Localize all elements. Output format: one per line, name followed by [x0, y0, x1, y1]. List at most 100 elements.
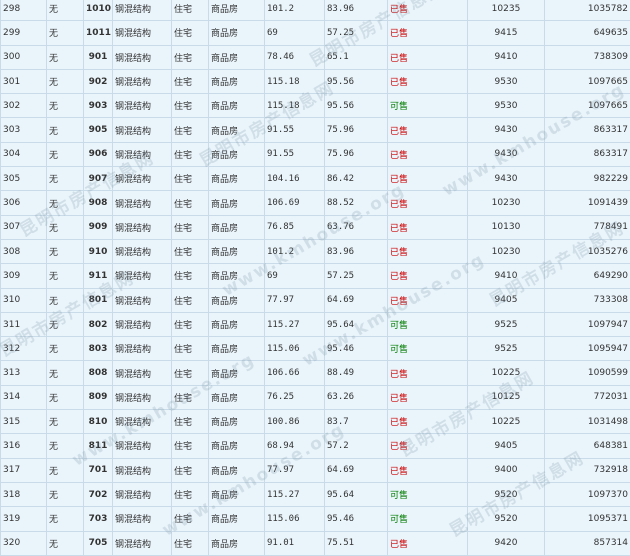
room-number-link[interactable]: 705 [84, 531, 113, 555]
housing-type-cell: 商品房 [209, 215, 265, 239]
room-number-link[interactable]: 907 [84, 167, 113, 191]
unit-price-cell: 9420 [468, 531, 545, 555]
room-number-link[interactable]: 802 [84, 312, 113, 336]
sale-status-cell: 已售 [388, 239, 468, 263]
room-number-link[interactable]: 809 [84, 385, 113, 409]
unit-price-cell: 9400 [468, 458, 545, 482]
row-index: 308 [1, 239, 47, 263]
inner-area-cell: 63.26 [325, 385, 388, 409]
sale-status-cell: 已售 [388, 45, 468, 69]
mark-cell: 无 [47, 21, 84, 45]
unit-price-cell: 10225 [468, 410, 545, 434]
mark-cell: 无 [47, 215, 84, 239]
table-row: 316无811钢混结构住宅商品房68.9457.2已售9405648381 [1, 434, 630, 458]
housing-type-cell: 商品房 [209, 142, 265, 166]
room-number-link[interactable]: 803 [84, 337, 113, 361]
unit-price-cell: 9525 [468, 312, 545, 336]
usage-cell: 住宅 [172, 142, 209, 166]
room-number-link[interactable]: 1010 [84, 0, 113, 21]
building-area-cell: 76.85 [265, 215, 325, 239]
table-row: 298无1010钢混结构住宅商品房101.283.96已售10235103578… [1, 0, 630, 21]
total-price-cell: 857314 [545, 531, 630, 555]
room-number-link[interactable]: 906 [84, 142, 113, 166]
mark-cell: 无 [47, 264, 84, 288]
sale-status-cell: 已售 [388, 215, 468, 239]
unit-price-cell: 9525 [468, 337, 545, 361]
housing-type-cell: 商品房 [209, 191, 265, 215]
row-index: 319 [1, 507, 47, 531]
mark-cell: 无 [47, 118, 84, 142]
row-index: 310 [1, 288, 47, 312]
usage-cell: 住宅 [172, 385, 209, 409]
room-number-link[interactable]: 911 [84, 264, 113, 288]
room-number-link[interactable]: 901 [84, 45, 113, 69]
housing-type-cell: 商品房 [209, 410, 265, 434]
room-number-link[interactable]: 702 [84, 482, 113, 506]
structure-cell: 钢混结构 [113, 167, 172, 191]
unit-price-cell: 9430 [468, 118, 545, 142]
usage-cell: 住宅 [172, 410, 209, 434]
housing-type-cell: 商品房 [209, 531, 265, 555]
building-area-cell: 104.16 [265, 167, 325, 191]
room-number-link[interactable]: 903 [84, 94, 113, 118]
row-index: 316 [1, 434, 47, 458]
unit-price-cell: 9530 [468, 69, 545, 93]
unit-price-cell: 9410 [468, 264, 545, 288]
sale-status-cell: 已售 [388, 69, 468, 93]
inner-area-cell: 75.51 [325, 531, 388, 555]
building-area-cell: 91.01 [265, 531, 325, 555]
inner-area-cell: 57.2 [325, 434, 388, 458]
row-index: 309 [1, 264, 47, 288]
sale-status-cell: 已售 [388, 167, 468, 191]
structure-cell: 钢混结构 [113, 191, 172, 215]
room-number-link[interactable]: 908 [84, 191, 113, 215]
mark-cell: 无 [47, 531, 84, 555]
room-number-link[interactable]: 701 [84, 458, 113, 482]
room-number-link[interactable]: 703 [84, 507, 113, 531]
inner-area-cell: 65.1 [325, 45, 388, 69]
housing-type-cell: 商品房 [209, 118, 265, 142]
total-price-cell: 649635 [545, 21, 630, 45]
sale-status-cell: 已售 [388, 191, 468, 215]
room-number-link[interactable]: 910 [84, 239, 113, 263]
table-row: 320无705钢混结构住宅商品房91.0175.51已售9420857314 [1, 531, 630, 555]
building-area-cell: 78.46 [265, 45, 325, 69]
room-number-link[interactable]: 909 [84, 215, 113, 239]
total-price-cell: 778491 [545, 215, 630, 239]
building-area-cell: 91.55 [265, 118, 325, 142]
structure-cell: 钢混结构 [113, 385, 172, 409]
usage-cell: 住宅 [172, 482, 209, 506]
row-index: 304 [1, 142, 47, 166]
sale-status-cell: 已售 [388, 142, 468, 166]
usage-cell: 住宅 [172, 21, 209, 45]
mark-cell: 无 [47, 507, 84, 531]
sale-status-cell: 已售 [388, 458, 468, 482]
structure-cell: 钢混结构 [113, 118, 172, 142]
room-number-link[interactable]: 902 [84, 69, 113, 93]
room-number-link[interactable]: 905 [84, 118, 113, 142]
mark-cell: 无 [47, 94, 84, 118]
row-index: 312 [1, 337, 47, 361]
total-price-cell: 1095371 [545, 507, 630, 531]
room-number-link[interactable]: 810 [84, 410, 113, 434]
housing-type-cell: 商品房 [209, 458, 265, 482]
mark-cell: 无 [47, 482, 84, 506]
table-body: 298无1010钢混结构住宅商品房101.283.96已售10235103578… [1, 0, 630, 555]
structure-cell: 钢混结构 [113, 434, 172, 458]
room-number-link[interactable]: 811 [84, 434, 113, 458]
sale-status-cell: 已售 [388, 21, 468, 45]
inner-area-cell: 88.49 [325, 361, 388, 385]
unit-price-cell: 10130 [468, 215, 545, 239]
building-area-cell: 115.06 [265, 507, 325, 531]
mark-cell: 无 [47, 361, 84, 385]
total-price-cell: 863317 [545, 142, 630, 166]
room-number-link[interactable]: 1011 [84, 21, 113, 45]
room-number-link[interactable]: 808 [84, 361, 113, 385]
structure-cell: 钢混结构 [113, 458, 172, 482]
structure-cell: 钢混结构 [113, 507, 172, 531]
total-price-cell: 732918 [545, 458, 630, 482]
building-area-cell: 115.06 [265, 337, 325, 361]
sale-status-cell: 已售 [388, 531, 468, 555]
inner-area-cell: 83.96 [325, 239, 388, 263]
room-number-link[interactable]: 801 [84, 288, 113, 312]
